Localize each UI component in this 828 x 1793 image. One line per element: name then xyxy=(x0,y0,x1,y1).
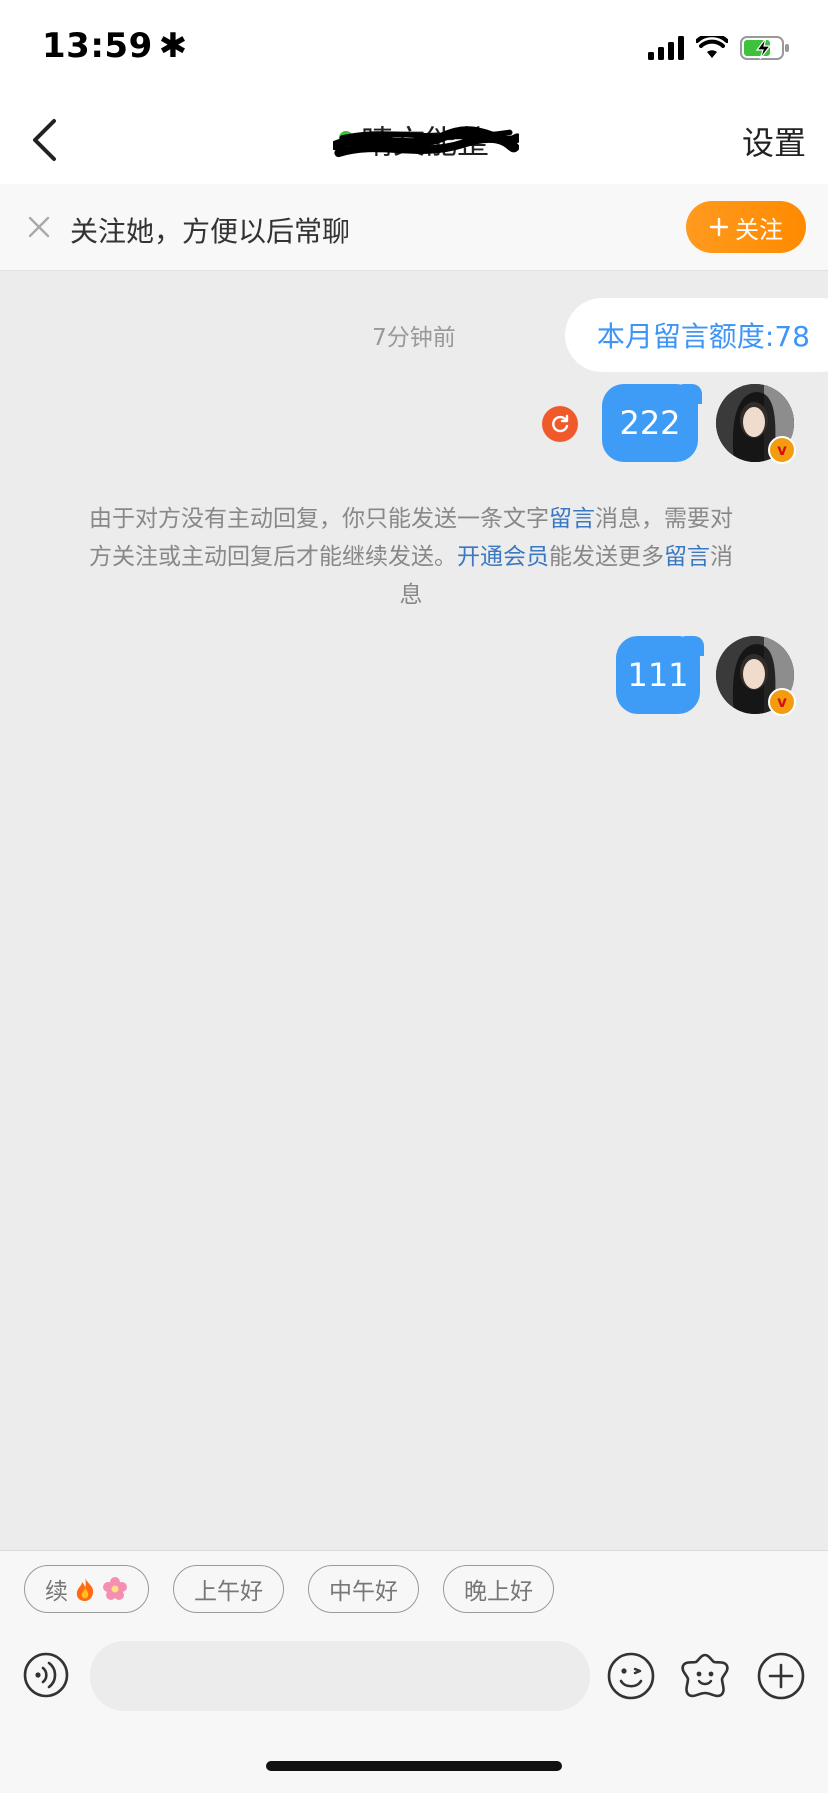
nav-title-container: 晴文能整 xyxy=(0,96,828,184)
emoji-icon[interactable] xyxy=(606,1651,656,1701)
message-bubble[interactable]: 111 xyxy=(616,636,700,714)
follow-banner: 关注她，方便以后常聊 关注 xyxy=(0,184,828,271)
quick-reply-chip[interactable]: 晚上好 xyxy=(443,1565,554,1613)
close-icon[interactable] xyxy=(20,208,58,246)
quick-reply-chip[interactable]: 上午好 xyxy=(173,1565,284,1613)
back-button[interactable] xyxy=(18,114,70,166)
refresh-icon xyxy=(552,414,569,433)
monthly-message-quota[interactable]: 本月留言额度:78 xyxy=(564,298,828,372)
follow-banner-text: 关注她，方便以后常聊 xyxy=(70,215,351,248)
nav-bar: 晴文能整 设置 xyxy=(0,96,828,185)
quick-reply-chip[interactable]: 续 xyxy=(24,1565,149,1613)
composer-area: 续 上午好 中午好 晚上好 xyxy=(0,1550,828,1793)
home-indicator xyxy=(266,1761,562,1771)
quick-reply-chip[interactable]: 中午好 xyxy=(308,1565,419,1613)
message-bubble[interactable]: 222 xyxy=(602,384,698,462)
quick-reply-bar: 续 上午好 中午好 晚上好 xyxy=(24,1565,554,1613)
follow-button-label: 关注 xyxy=(735,215,783,244)
verified-badge-icon: v xyxy=(768,436,796,464)
open-membership-link[interactable]: 开通会员 xyxy=(457,544,549,570)
status-icons xyxy=(648,30,790,66)
quick-reply-label: 续 xyxy=(45,1579,68,1605)
send-limit-notice: 由于对方没有主动回复，你只能发送一条文字留言消息，需要对方关注或主动回复后才能继… xyxy=(86,500,736,614)
chevron-left-icon xyxy=(33,119,56,161)
notice-text: 能发送更多 xyxy=(549,544,664,570)
voice-icon[interactable] xyxy=(22,1651,70,1699)
plus-icon xyxy=(709,217,729,237)
redaction-scribble xyxy=(332,126,519,158)
input-row xyxy=(0,1641,828,1711)
chat-partner-name[interactable]: 晴文能整 xyxy=(332,117,519,163)
resend-icon[interactable] xyxy=(542,406,578,442)
quick-reply-label: 上午好 xyxy=(194,1579,263,1605)
message-input[interactable] xyxy=(90,1641,590,1711)
sticker-icon[interactable] xyxy=(678,1651,732,1701)
message-link[interactable]: 留言 xyxy=(549,506,595,532)
activity-icon: ✱ xyxy=(158,26,188,66)
notice-text: 由于对方没有主动回复，你只能发送一条文字 xyxy=(89,506,549,532)
settings-button[interactable]: 设置 xyxy=(742,118,806,164)
message-text: 222 xyxy=(619,404,681,442)
quick-reply-label: 中午好 xyxy=(329,1579,398,1605)
quick-reply-label: 晚上好 xyxy=(464,1579,533,1605)
signal-icon xyxy=(648,36,684,60)
flower-icon xyxy=(103,1577,127,1600)
fire-icon xyxy=(76,1578,94,1601)
follow-button[interactable]: 关注 xyxy=(686,201,806,253)
verified-badge-icon: v xyxy=(768,688,796,716)
status-time: 13:59 ✱ xyxy=(42,26,188,66)
message-text: 111 xyxy=(627,656,689,694)
message-link[interactable]: 留言 xyxy=(664,544,710,570)
wifi-icon xyxy=(696,36,728,58)
status-bar: 13:59 ✱ xyxy=(0,0,828,96)
battery-charging-icon xyxy=(740,36,789,60)
plus-circle-icon[interactable] xyxy=(756,1651,806,1701)
